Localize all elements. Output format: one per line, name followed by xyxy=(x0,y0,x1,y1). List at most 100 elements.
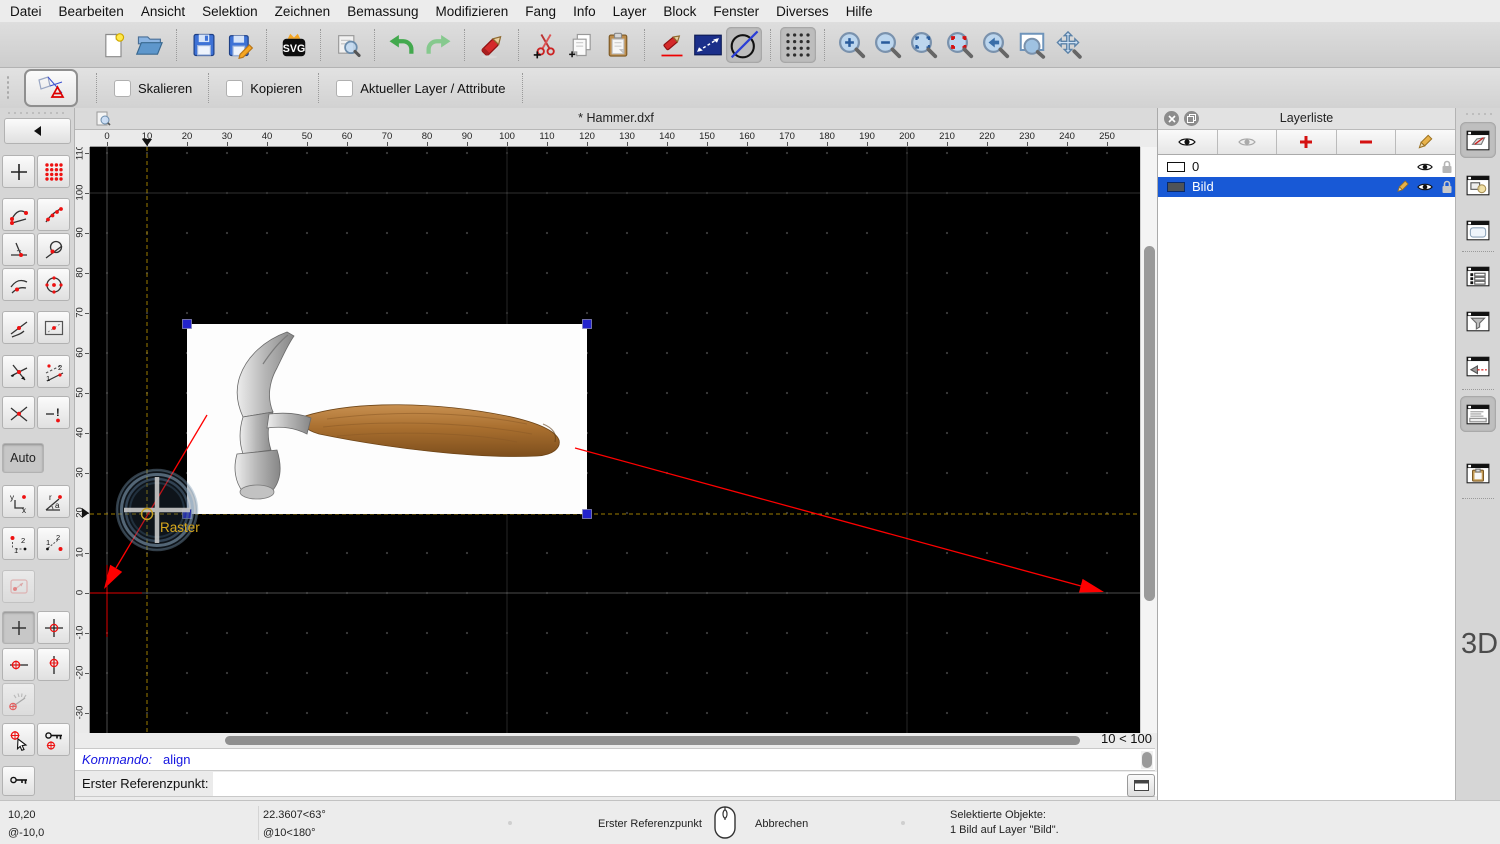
zoom-window-icon[interactable] xyxy=(1014,27,1050,63)
save-as-icon[interactable] xyxy=(222,27,258,63)
menu-item[interactable]: Layer xyxy=(613,4,647,19)
history-scrollbar[interactable] xyxy=(1141,751,1153,769)
v-scroll-thumb[interactable] xyxy=(1144,246,1155,601)
checkbox-box[interactable] xyxy=(226,80,243,97)
svg-export-icon[interactable]: SVG xyxy=(276,27,312,63)
layer-edit-icon[interactable] xyxy=(1395,180,1411,194)
drawing-canvas[interactable]: Raster xyxy=(90,147,1140,733)
menu-item[interactable]: Selektion xyxy=(202,4,258,19)
snap-nearest-button[interactable] xyxy=(2,268,35,301)
coord-cartesian-button[interactable]: yx xyxy=(2,485,35,518)
layer-visible-icon[interactable] xyxy=(1417,180,1433,194)
menu-item[interactable]: Bearbeiten xyxy=(59,4,124,19)
zoom-selection-icon[interactable] xyxy=(942,27,978,63)
snap-intersection-12-button[interactable]: 12 xyxy=(37,355,70,388)
snap-tangent-button[interactable] xyxy=(37,233,70,266)
menu-item[interactable]: Hilfe xyxy=(846,4,873,19)
rel-cartesian-button[interactable]: 12 xyxy=(2,527,35,560)
checkbox-box[interactable] xyxy=(336,80,353,97)
checkbox-kopieren[interactable]: Kopieren xyxy=(226,80,302,97)
snap-perpendicular-button[interactable] xyxy=(2,233,35,266)
layer-color-swatch[interactable] xyxy=(1167,162,1185,172)
cut-icon[interactable] xyxy=(528,27,564,63)
command-input[interactable] xyxy=(213,772,1157,796)
add-layer-button[interactable] xyxy=(1277,130,1337,154)
delete-icon[interactable] xyxy=(474,27,510,63)
snap-auto-intersection-button[interactable] xyxy=(2,355,35,388)
lock-zero-extra-button[interactable] xyxy=(2,766,35,796)
hide-all-layers-button[interactable] xyxy=(1218,130,1278,154)
command-panel-toggle-button[interactable] xyxy=(1127,774,1155,797)
set-relative-zero-button[interactable] xyxy=(2,723,35,756)
rel-polar-button[interactable]: 12 xyxy=(37,527,70,560)
coord-polar-button[interactable]: ra xyxy=(37,485,70,518)
layer-list-panel-icon[interactable] xyxy=(1460,122,1496,158)
snap-distance-manual-button[interactable]: ! xyxy=(37,396,70,429)
show-all-layers-button[interactable] xyxy=(1158,130,1218,154)
measure-icon[interactable] xyxy=(690,27,726,63)
layer-visible-icon[interactable] xyxy=(1417,160,1433,174)
view-list-panel-icon[interactable] xyxy=(1460,212,1496,248)
zoom-in-icon[interactable] xyxy=(834,27,870,63)
menu-item[interactable]: Ansicht xyxy=(141,4,185,19)
print-preview-icon[interactable] xyxy=(330,27,366,63)
paste-icon[interactable] xyxy=(600,27,636,63)
snap-center-button[interactable] xyxy=(37,268,70,301)
checkbox-aktueller-layer[interactable]: Aktueller Layer / Attribute xyxy=(336,80,505,97)
edit-layer-button[interactable] xyxy=(1396,130,1455,154)
restrict-vertical-button[interactable] xyxy=(37,648,70,681)
checkbox-skalieren[interactable]: Skalieren xyxy=(114,80,192,97)
restrict-off-button[interactable] xyxy=(2,570,35,603)
open-file-icon[interactable] xyxy=(132,27,168,63)
snap-free-button[interactable] xyxy=(2,155,35,188)
restrict-orthogonal-button[interactable] xyxy=(37,611,70,644)
align-tool-button[interactable] xyxy=(24,69,78,107)
new-file-icon[interactable] xyxy=(96,27,132,63)
grid-toggle-icon[interactable] xyxy=(780,27,816,63)
snap-on-entity-button[interactable] xyxy=(37,198,70,231)
menu-item[interactable]: Diverses xyxy=(776,4,829,19)
toolbar-handle[interactable] xyxy=(6,75,10,101)
menu-item[interactable]: Block xyxy=(663,4,696,19)
undo-icon[interactable] xyxy=(384,27,420,63)
horizontal-scrollbar[interactable] xyxy=(90,733,1140,748)
handle-top-right[interactable] xyxy=(583,320,592,329)
layer-lock-icon[interactable] xyxy=(1439,160,1455,174)
snap-endpoints-button[interactable] xyxy=(2,198,35,231)
vertical-scrollbar[interactable] xyxy=(1140,147,1157,733)
layer-color-swatch[interactable] xyxy=(1167,182,1185,192)
pan-icon[interactable] xyxy=(1050,27,1086,63)
draw-pencil-icon[interactable] xyxy=(654,27,690,63)
menu-item[interactable]: Bemassung xyxy=(347,4,418,19)
3d-label[interactable]: 3D xyxy=(1461,628,1497,661)
checkbox-box[interactable] xyxy=(114,80,131,97)
block-list-panel-icon[interactable] xyxy=(1460,167,1496,203)
toolbar-handle[interactable] xyxy=(6,111,64,115)
selection-filter-panel-icon[interactable] xyxy=(1460,303,1496,339)
snap-middle-button[interactable] xyxy=(2,311,35,344)
command-line-panel-icon[interactable] xyxy=(1460,396,1496,432)
remove-layer-button[interactable] xyxy=(1337,130,1397,154)
auto-zoom-icon[interactable] xyxy=(906,27,942,63)
auto-snap-button[interactable]: Auto xyxy=(2,443,44,473)
dock-handle[interactable] xyxy=(1464,112,1494,116)
redo-icon[interactable] xyxy=(420,27,456,63)
clipboard-panel-icon[interactable] xyxy=(1460,455,1496,491)
snap-reference-button[interactable] xyxy=(37,311,70,344)
menu-item[interactable]: Datei xyxy=(10,4,42,19)
menu-item[interactable]: Info xyxy=(573,4,596,19)
menu-item[interactable]: Fang xyxy=(525,4,556,19)
laser-panel-icon[interactable] xyxy=(1460,348,1496,384)
copy-icon[interactable] xyxy=(564,27,600,63)
restrict-angle-button[interactable] xyxy=(2,683,35,716)
zoom-out-icon[interactable] xyxy=(870,27,906,63)
menu-item[interactable]: Zeichnen xyxy=(275,4,331,19)
previous-view-icon[interactable] xyxy=(978,27,1014,63)
snap-grid-button[interactable] xyxy=(37,155,70,188)
restrict-horizontal-button[interactable] xyxy=(2,648,35,681)
handle-bottom-right[interactable] xyxy=(583,510,592,519)
layer-lock-icon[interactable] xyxy=(1439,180,1455,194)
menu-item[interactable]: Modifizieren xyxy=(436,4,509,19)
h-scroll-thumb[interactable] xyxy=(225,736,1080,745)
save-icon[interactable] xyxy=(186,27,222,63)
